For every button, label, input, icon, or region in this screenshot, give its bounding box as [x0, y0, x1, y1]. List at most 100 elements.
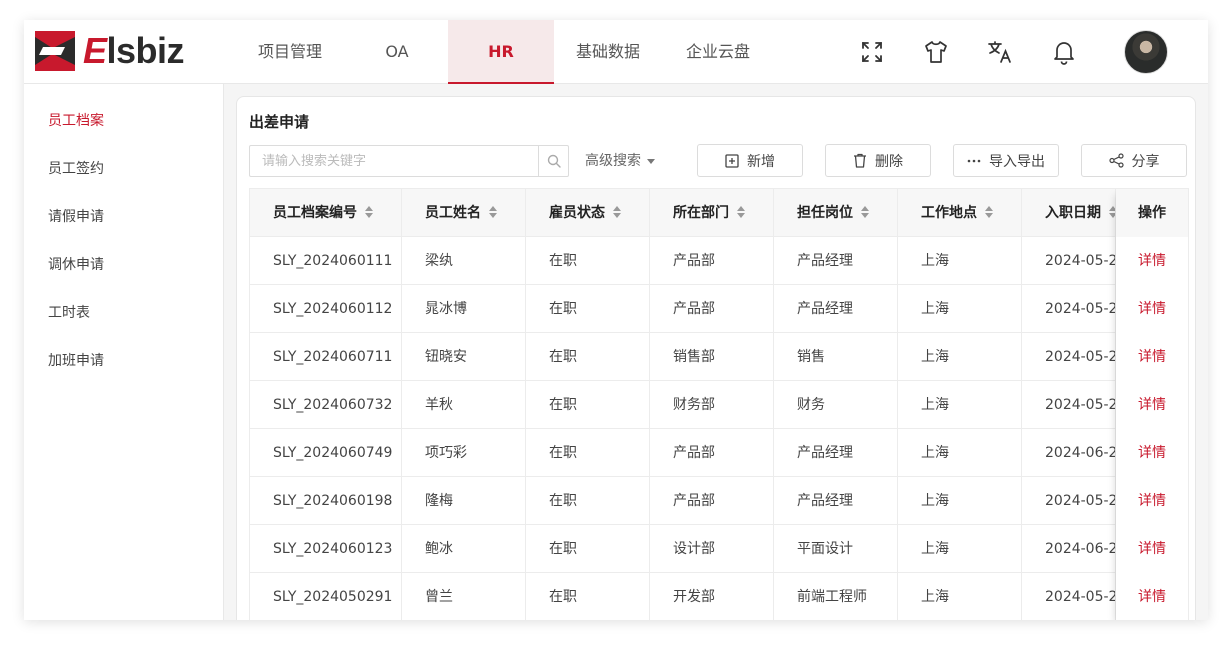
column-header-label: 雇员状态	[549, 205, 605, 221]
cell-employee-name: 羊秋	[402, 381, 526, 429]
cell-employee-name: 鲍冰	[402, 525, 526, 573]
details-link[interactable]: 详情	[1138, 253, 1166, 269]
cell-position: 产品经理	[774, 285, 898, 333]
cell-hire-date: 2024-05-2	[1022, 381, 1116, 429]
sidebar-item-overtime-request[interactable]: 加班申请	[48, 351, 104, 371]
user-avatar[interactable]	[1124, 30, 1168, 74]
cell-actions: 详情	[1116, 573, 1188, 620]
nav-item-hr[interactable]: HR	[448, 20, 554, 84]
caret-down-icon	[647, 158, 655, 164]
fullscreen-icon[interactable]	[858, 38, 886, 66]
sidebar-item-time-off-request[interactable]: 调休申请	[48, 255, 104, 275]
cell-department: 开发部	[650, 573, 774, 620]
cell-work-location: 上海	[898, 333, 1022, 381]
cell-employment-status: 在职	[526, 285, 650, 333]
cell-work-location: 上海	[898, 381, 1022, 429]
nav-item-cloud-drive[interactable]: 企业云盘	[662, 20, 774, 84]
sort-icon[interactable]	[985, 206, 993, 218]
details-link[interactable]: 详情	[1138, 397, 1166, 413]
theme-shirt-icon[interactable]	[922, 38, 950, 66]
table-row: SLY_2024050291 曾兰 在职 开发部 前端工程师 上海 2024-0…	[250, 573, 1188, 620]
details-link[interactable]: 详情	[1138, 541, 1166, 557]
sort-icon[interactable]	[489, 206, 497, 218]
import-export-button-label: 导入导出	[989, 153, 1045, 170]
cell-employee-name: 晁冰博	[402, 285, 526, 333]
translate-icon[interactable]	[986, 38, 1014, 66]
table-row: SLY_2024060732 羊秋 在职 财务部 财务 上海 2024-05-2…	[250, 381, 1188, 429]
search-box	[249, 145, 569, 177]
top-bar: Elsbiz 项目管理 OA HR 基础数据 企业云盘	[24, 20, 1208, 84]
cell-employee-name: 梁纨	[402, 237, 526, 285]
cell-employment-status: 在职	[526, 525, 650, 573]
cell-department: 设计部	[650, 525, 774, 573]
column-header-employee-name[interactable]: 员工姓名	[402, 189, 526, 237]
cell-department: 销售部	[650, 333, 774, 381]
main-nav: 项目管理 OA HR 基础数据 企业云盘	[234, 20, 774, 84]
details-link[interactable]: 详情	[1138, 445, 1166, 461]
sidebar-item-timesheet[interactable]: 工时表	[48, 303, 90, 323]
cell-employee-name: 项巧彩	[402, 429, 526, 477]
share-button[interactable]: 分享	[1081, 144, 1187, 177]
cell-employee-id: SLY_2024060749	[250, 429, 402, 477]
column-header-label: 担任岗位	[797, 205, 853, 221]
cell-employee-id: SLY_2024060732	[250, 381, 402, 429]
cell-employee-name: 隆梅	[402, 477, 526, 525]
details-link[interactable]: 详情	[1138, 349, 1166, 365]
details-link[interactable]: 详情	[1138, 589, 1166, 605]
nav-item-base-data[interactable]: 基础数据	[554, 20, 662, 84]
logo-letters: lsbiz	[106, 30, 185, 71]
advanced-search-toggle[interactable]: 高级搜索	[585, 145, 655, 177]
cell-position: 财务	[774, 381, 898, 429]
sidebar-item-employee-files[interactable]: 员工档案	[48, 111, 104, 131]
cell-employee-name: 曾兰	[402, 573, 526, 620]
cell-position: 产品经理	[774, 429, 898, 477]
cell-hire-date: 2024-05-2	[1022, 333, 1116, 381]
details-link[interactable]: 详情	[1138, 301, 1166, 317]
cell-work-location: 上海	[898, 237, 1022, 285]
sort-icon[interactable]	[613, 206, 621, 218]
column-header-position[interactable]: 担任岗位	[774, 189, 898, 237]
add-button-label: 新增	[747, 153, 775, 170]
sidebar-item-employee-contract[interactable]: 员工签约	[48, 159, 104, 179]
import-export-button[interactable]: 导入导出	[953, 144, 1059, 177]
app-window: Elsbiz 项目管理 OA HR 基础数据 企业云盘 员工档案 员工签约 请假…	[24, 20, 1208, 620]
employee-table: 员工档案编号 员工姓名 雇员状态 所在部门 担任岗位 工作地点 入职日期 操作 …	[249, 188, 1189, 620]
logo-wordmark: Elsbiz	[83, 30, 185, 71]
sort-icon[interactable]	[737, 206, 745, 218]
add-button[interactable]: 新增	[697, 144, 803, 177]
nav-item-project[interactable]: 项目管理	[234, 20, 346, 84]
brand-logo[interactable]: Elsbiz	[35, 30, 185, 71]
search-icon[interactable]	[538, 146, 568, 176]
bell-icon[interactable]	[1050, 38, 1078, 66]
cell-hire-date: 2024-05-2	[1022, 237, 1116, 285]
sort-icon[interactable]	[365, 206, 373, 218]
column-header-label: 员工姓名	[425, 205, 481, 221]
sort-icon[interactable]	[1109, 206, 1115, 218]
cell-employee-id: SLY_2024060112	[250, 285, 402, 333]
column-header-label: 所在部门	[673, 205, 729, 221]
sort-icon[interactable]	[861, 206, 869, 218]
delete-button-label: 删除	[875, 153, 903, 170]
column-header-label: 员工档案编号	[273, 205, 357, 221]
details-link[interactable]: 详情	[1138, 493, 1166, 509]
cell-employee-name: 钮晓安	[402, 333, 526, 381]
column-header-department[interactable]: 所在部门	[650, 189, 774, 237]
cell-actions: 详情	[1116, 237, 1188, 285]
table-row: SLY_2024060111 梁纨 在职 产品部 产品经理 上海 2024-05…	[250, 237, 1188, 285]
cell-actions: 详情	[1116, 477, 1188, 525]
search-input[interactable]	[250, 146, 538, 176]
column-header-employee-id[interactable]: 员工档案编号	[250, 189, 402, 237]
advanced-search-label: 高级搜索	[585, 153, 641, 169]
cell-hire-date: 2024-05-2	[1022, 573, 1116, 620]
table-row: SLY_2024060198 隆梅 在职 产品部 产品经理 上海 2024-05…	[250, 477, 1188, 525]
cell-department: 财务部	[650, 381, 774, 429]
sidebar-item-leave-request[interactable]: 请假申请	[48, 207, 104, 227]
column-header-employment-status[interactable]: 雇员状态	[526, 189, 650, 237]
column-header-work-location[interactable]: 工作地点	[898, 189, 1022, 237]
table-row: SLY_2024060112 晁冰博 在职 产品部 产品经理 上海 2024-0…	[250, 285, 1188, 333]
cell-hire-date: 2024-06-2	[1022, 429, 1116, 477]
cell-employee-id: SLY_2024060711	[250, 333, 402, 381]
nav-item-oa[interactable]: OA	[346, 20, 448, 84]
column-header-hire-date[interactable]: 入职日期	[1022, 189, 1116, 237]
delete-button[interactable]: 删除	[825, 144, 931, 177]
